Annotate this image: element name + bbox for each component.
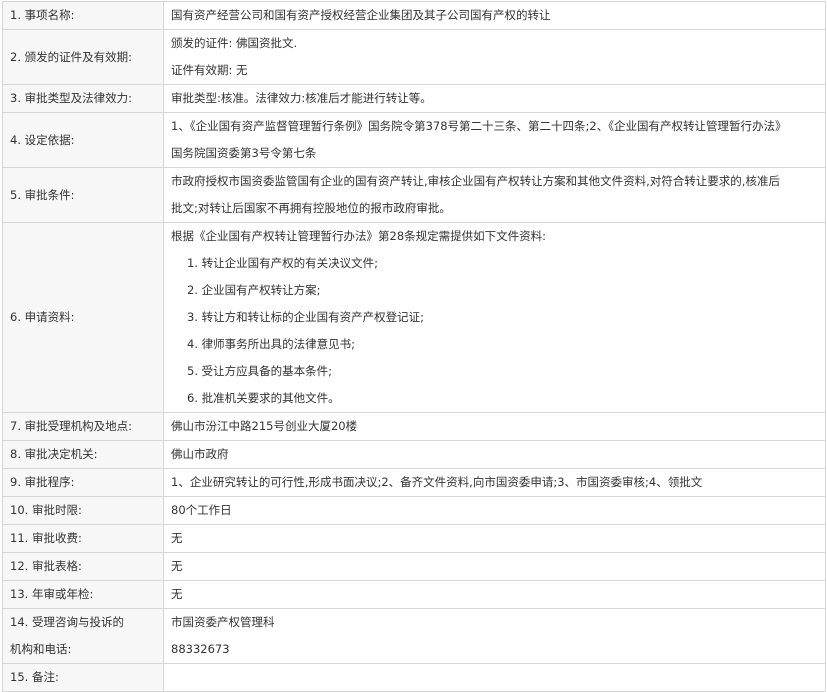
- row-value: 市政府授权市国资委监管国有企业的国有资产转让,审核企业国有产权转让方案和其他文件…: [163, 167, 826, 223]
- label-line: 机构和电话:: [10, 642, 72, 656]
- table-row: 12. 审批表格: 无: [2, 552, 826, 581]
- table-row: 13. 年审或年检: 无: [2, 580, 826, 609]
- row-value: 1、企业研究转让的可行性,形成书面决议;2、备齐文件资料,向市国资委申请;3、市…: [163, 468, 826, 497]
- row-value: 审批类型:核准。法律效力:核准后才能进行转让等。: [163, 84, 826, 113]
- value-line: 无: [171, 531, 183, 545]
- table-row: 5. 审批条件: 市政府授权市国资委监管国有企业的国有资产转让,审核企业国有产权…: [2, 167, 826, 223]
- list-item: 5. 受让方应具备的基本条件;: [187, 364, 333, 378]
- row-value: 市国资委产权管理科 88332673: [163, 608, 826, 664]
- info-table: 1. 事项名称: 国有资产经营公司和国有资产授权经营企业集团及其子公司国有产权的…: [2, 1, 826, 692]
- value-line: 审批类型:核准。法律效力:核准后才能进行转让等。: [171, 91, 432, 105]
- row-label: 11. 审批收费:: [2, 524, 164, 553]
- row-label: 2. 颁发的证件及有效期:: [2, 29, 164, 85]
- row-value: 无: [163, 524, 826, 553]
- row-value: 颁发的证件: 佛国资批文. 证件有效期: 无: [163, 29, 826, 85]
- value-line: 佛山市汾江中路215号创业大厦20楼: [171, 419, 358, 433]
- value-line: 证件有效期: 无: [171, 63, 248, 77]
- table-row: 9. 审批程序: 1、企业研究转让的可行性,形成书面决议;2、备齐文件资料,向市…: [2, 468, 826, 497]
- row-label: 14. 受理咨询与投诉的 机构和电话:: [2, 608, 164, 664]
- row-value: 佛山市政府: [163, 440, 826, 469]
- value-line: 市政府授权市国资委监管国有企业的国有资产转让,审核企业国有产权转让方案和其他文件…: [171, 174, 780, 188]
- table-row: 8. 审批决定机关: 佛山市政府: [2, 440, 826, 469]
- value-line: 国务院国资委第3号令第七条: [171, 146, 317, 160]
- value-line: 颁发的证件: 佛国资批文.: [171, 36, 298, 50]
- row-label: 8. 审批决定机关:: [2, 440, 164, 469]
- list-item: 1. 转让企业国有产权的有关决议文件;: [187, 256, 379, 270]
- row-label: 12. 审批表格:: [2, 552, 164, 581]
- value-line: 无: [171, 587, 183, 601]
- value-line: 国有资产经营公司和国有资产授权经营企业集团及其子公司国有产权的转让: [171, 8, 551, 22]
- value-intro: 根据《企业国有产权转让管理暂行办法》第28条规定需提供如下文件资料:: [171, 229, 547, 243]
- table-row: 7. 审批受理机构及地点: 佛山市汾江中路215号创业大厦20楼: [2, 412, 826, 441]
- row-label: 1. 事项名称:: [2, 1, 164, 30]
- value-line: 批文;对转让后国家不再拥有控股地位的报市政府审批。: [171, 201, 451, 215]
- row-value: 国有资产经营公司和国有资产授权经营企业集团及其子公司国有产权的转让: [163, 1, 826, 30]
- row-label: 6. 申请资料:: [2, 222, 164, 413]
- row-label: 4. 设定依据:: [2, 112, 164, 168]
- list-item: 6. 批准机关要求的其他文件。: [187, 391, 340, 405]
- value-line: 1、《企业国有资产监督管理暂行条例》国务院令第378号第二十三条、第二十四条;2…: [171, 119, 787, 133]
- table-row: 10. 审批时限: 80个工作日: [2, 496, 826, 525]
- table-row: 3. 审批类型及法律效力: 审批类型:核准。法律效力:核准后才能进行转让等。: [2, 84, 826, 113]
- row-label: 3. 审批类型及法律效力:: [2, 84, 164, 113]
- row-value: 80个工作日: [163, 496, 826, 525]
- row-value: 1、《企业国有资产监督管理暂行条例》国务院令第378号第二十三条、第二十四条;2…: [163, 112, 826, 168]
- row-label: 13. 年审或年检:: [2, 580, 164, 609]
- table-row: 1. 事项名称: 国有资产经营公司和国有资产授权经营企业集团及其子公司国有产权的…: [2, 1, 826, 30]
- value-line: 市国资委产权管理科: [171, 615, 275, 629]
- table-row: 15. 备注:: [2, 663, 826, 692]
- label-line: 14. 受理咨询与投诉的: [10, 615, 124, 629]
- row-label: 10. 审批时限:: [2, 496, 164, 525]
- table-row: 6. 申请资料: 根据《企业国有产权转让管理暂行办法》第28条规定需提供如下文件…: [2, 222, 826, 413]
- row-value: 无: [163, 580, 826, 609]
- row-value: 佛山市汾江中路215号创业大厦20楼: [163, 412, 826, 441]
- row-value: [163, 663, 826, 692]
- row-label: 7. 审批受理机构及地点:: [2, 412, 164, 441]
- value-line: [171, 664, 818, 691]
- row-label: 9. 审批程序:: [2, 468, 164, 497]
- row-value: 无: [163, 552, 826, 581]
- row-label: 5. 审批条件:: [2, 167, 164, 223]
- list-item: 4. 律师事务所出具的法律意见书;: [187, 337, 356, 351]
- value-line: 80个工作日: [171, 503, 232, 517]
- value-line: 88332673: [171, 642, 230, 656]
- row-value: 根据《企业国有产权转让管理暂行办法》第28条规定需提供如下文件资料: 1. 转让…: [163, 222, 826, 413]
- table-row: 2. 颁发的证件及有效期: 颁发的证件: 佛国资批文. 证件有效期: 无: [2, 29, 826, 85]
- row-label: 15. 备注:: [2, 663, 164, 692]
- list-item: 2. 企业国有产权转让方案;: [187, 283, 321, 297]
- value-line: 1、企业研究转让的可行性,形成书面决议;2、备齐文件资料,向市国资委申请;3、市…: [171, 475, 703, 489]
- table-row: 11. 审批收费: 无: [2, 524, 826, 553]
- value-line: 无: [171, 559, 183, 573]
- table-row: 14. 受理咨询与投诉的 机构和电话: 市国资委产权管理科 88332673: [2, 608, 826, 664]
- value-line: 佛山市政府: [171, 447, 229, 461]
- table-row: 4. 设定依据: 1、《企业国有资产监督管理暂行条例》国务院令第378号第二十三…: [2, 112, 826, 168]
- list-item: 3. 转让方和转让标的企业国有资产产权登记证;: [187, 310, 424, 324]
